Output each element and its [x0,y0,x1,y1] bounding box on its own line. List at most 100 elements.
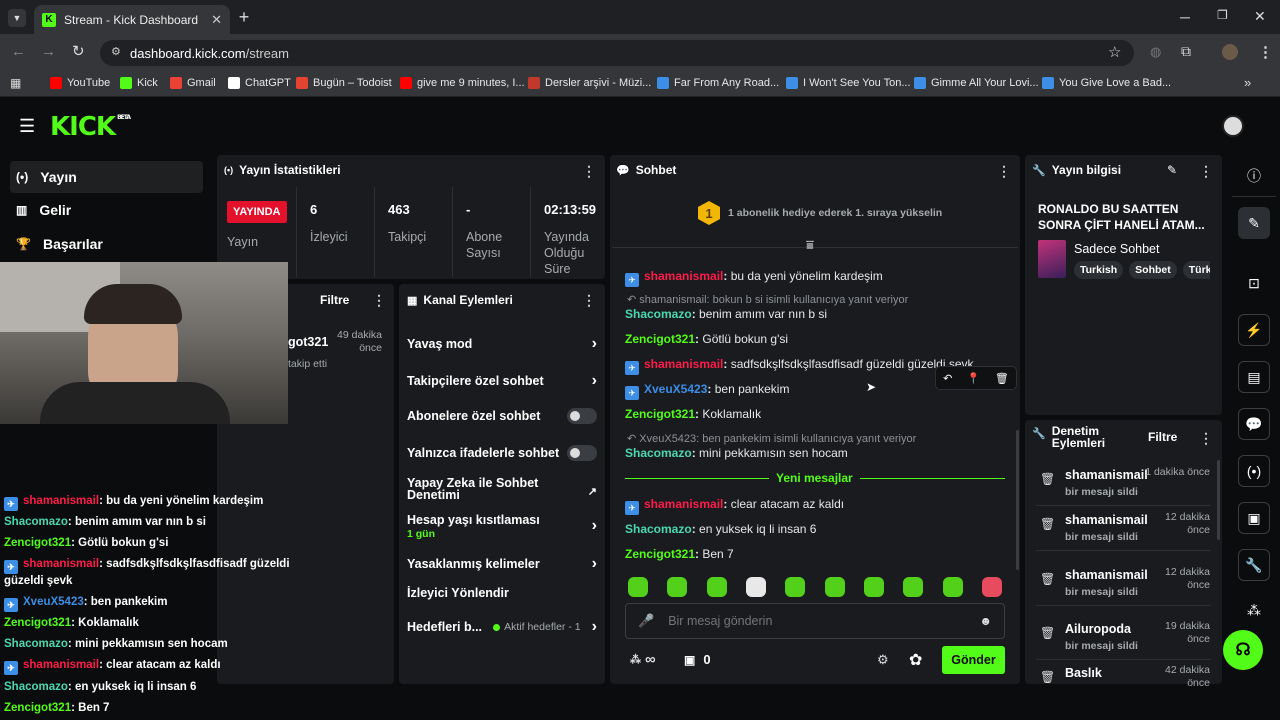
bookmark-item[interactable]: Kick [120,74,158,92]
bookmark-item[interactable]: Gmail [170,74,216,92]
forward-icon[interactable]: → [41,43,56,60]
banned-words-row[interactable]: Yasaklanmış kelimeler › [407,555,597,573]
tag-chip[interactable]: Sohbet [1129,261,1177,279]
moderator-username[interactable]: Ailuropoda [1065,622,1131,636]
emote-icon[interactable] [981,577,1002,597]
channel-actions-menu-icon[interactable]: ⋮ [582,292,596,309]
chat-message[interactable]: Zencigot321: Ben 7 [625,547,734,561]
nav-item-basarilar[interactable]: 🏆 Başarılar [10,228,203,260]
bookmark-item[interactable]: YouTube [50,74,110,92]
points-widget-icon[interactable]: ⁂ [1238,594,1270,626]
nav-item-gelir[interactable]: ▥ Gelir [10,194,203,226]
moderation-filter-button[interactable]: Filtre [1148,430,1177,444]
moderation-menu-icon[interactable]: ⋮ [1199,430,1213,447]
bookmark-item[interactable]: give me 9 minutes, I... [400,74,525,92]
chat-message[interactable]: Zencigot321: Götlü bokun g'si [625,332,788,346]
chat-username[interactable]: Shacomazo [625,307,692,321]
chat-message[interactable]: Shacomazo: en yuksek iq li insan 6 [625,522,816,536]
goals-row[interactable]: Hedefleri b... Aktif hedefler - 1 › [407,618,597,636]
account-age-row[interactable]: Hesap yaşı kısıtlaması 1 gün › [407,513,597,541]
pin-icon[interactable]: 📍 [967,372,981,385]
user-avatar[interactable] [1222,115,1244,137]
reload-icon[interactable]: ↻ [72,42,85,60]
chat-username[interactable]: shamanismail [23,495,99,507]
support-headset-button[interactable]: ☊ [1223,630,1263,670]
chat-menu-icon[interactable]: ⋮ [997,163,1011,180]
emote-icon[interactable] [745,577,766,597]
site-info-icon[interactable]: ⚙ [111,45,121,58]
chat-username[interactable]: Shacomazo [625,446,692,460]
chat-settings-icon[interactable]: ⚙ [877,652,889,668]
info-icon[interactable]: ⓘ [1238,160,1270,192]
microphone-icon[interactable]: 🎤 [638,613,654,629]
bookmark-item[interactable]: Far From Any Road... [657,74,779,92]
chat-message[interactable]: ✈ shamanismail: sadfsdkşlfsdkşlfasdfisadf… [625,357,974,375]
chat-scrollbar[interactable] [1016,430,1019,570]
url-field[interactable]: dashboard.kick.com/stream [100,40,1134,66]
reply-context[interactable]: ↶ XveuX5423: ben pankekim isimli kullanı… [627,432,916,445]
emote-icon[interactable] [628,577,648,597]
chat-username[interactable]: Shacomazo [4,638,68,650]
chat-username[interactable]: XveuX5423 [23,596,84,608]
close-window-icon[interactable]: ✕ [1254,8,1266,25]
chat-message[interactable]: ✈ shamanismail: clear atacam az kaldı [625,497,844,515]
emote-picker-icon[interactable]: ✿ [909,650,922,670]
browser-tab[interactable]: K Stream - Kick Dashboard ✕ [34,5,230,34]
chat-username[interactable]: Shacomazo [4,516,68,528]
edit-layout-icon[interactable]: ✎ [1238,207,1270,239]
emote-icon[interactable] [903,577,924,597]
moderation-scrollbar[interactable] [1217,460,1220,540]
chat-username[interactable]: Zencigot321 [625,547,695,561]
emote-icon[interactable] [706,577,727,597]
lightning-icon[interactable]: ⚡ [1238,314,1270,346]
emote-icon[interactable] [824,577,845,597]
kick-logo[interactable]: KICK BETA [50,112,131,142]
reply-context[interactable]: ↶ shamanismail: bokun b si isimli kullan… [627,293,908,306]
chat-message[interactable]: Zencigot321: Koklamalık [625,407,761,421]
chat-username[interactable]: Shacomazo [4,681,68,693]
stats-menu-icon[interactable]: ⋮ [582,163,596,180]
nav-item-yayin[interactable]: (•) Yayın [10,161,203,193]
moderator-username[interactable]: shamanismail [1065,468,1148,482]
profile-avatar[interactable] [1222,44,1238,60]
browser-menu-icon[interactable]: ⋮ [1258,43,1273,61]
gift-banner[interactable]: 1 1 abonelik hediye ederek 1. sıraya yük… [698,201,942,225]
emotes-only-toggle[interactable] [567,445,597,461]
emote-icon[interactable] [667,577,688,597]
apps-grid-icon[interactable]: ▦ [10,76,21,90]
chat-username[interactable]: XveuX5423 [644,382,707,396]
chat-message[interactable]: ✈ XveuX5423: ben pankekim [625,382,789,400]
chat-username[interactable]: Zencigot321 [4,702,71,714]
chat-input-box[interactable]: 🎤 ☻ [625,603,1005,639]
bookmark-item[interactable]: You Give Love a Bad... [1042,74,1171,92]
extension-icon[interactable]: ◍ [1150,44,1161,60]
tag-chip[interactable]: Turkish [1074,261,1124,279]
chat-widget-icon[interactable]: 💬 [1238,408,1270,440]
emote-icon[interactable] [863,577,884,597]
delete-icon[interactable]: 🗑 [995,372,1009,385]
activity-menu-icon[interactable]: ⋮ [372,292,386,309]
emoji-icon[interactable]: ☻ [979,614,992,628]
tools-widget-icon[interactable]: 🔧 [1238,549,1270,581]
moderator-username[interactable]: shamanismail [1065,513,1148,527]
chat-username[interactable]: shamanismail [644,497,723,511]
ai-moderation-row[interactable]: Yapay Zeka ile Sohbet Denetimi ↗ [407,477,597,502]
category-name[interactable]: Sadece Sohbet [1074,242,1160,256]
bookmark-item[interactable]: Bugün – Todoist [296,74,392,92]
tab-search-icon[interactable]: ▼ [8,9,26,27]
chat-username[interactable]: shamanismail [644,269,723,283]
chat-message[interactable]: Shacomazo: benim amım var nın b si [625,307,827,321]
emote-icon[interactable] [785,577,806,597]
subs-only-toggle[interactable] [567,408,597,424]
reply-icon[interactable]: ↶ [943,372,952,385]
filter-icon[interactable]: ⩸ [806,237,814,253]
chat-username[interactable]: shamanismail [644,357,723,371]
category-thumbnail[interactable] [1038,240,1066,278]
hamburger-menu-icon[interactable]: ☰ [19,116,35,137]
moderator-username[interactable]: shamanismail [1065,568,1148,582]
extensions-puzzle-icon[interactable]: ⧉ [1181,43,1191,60]
chat-username[interactable]: Zencigot321 [625,332,695,346]
emote-icon[interactable] [942,577,963,597]
chat-message[interactable]: Shacomazo: mini pekkamısın sen hocam [625,446,848,460]
chat-username[interactable]: Zencigot321 [4,537,71,549]
